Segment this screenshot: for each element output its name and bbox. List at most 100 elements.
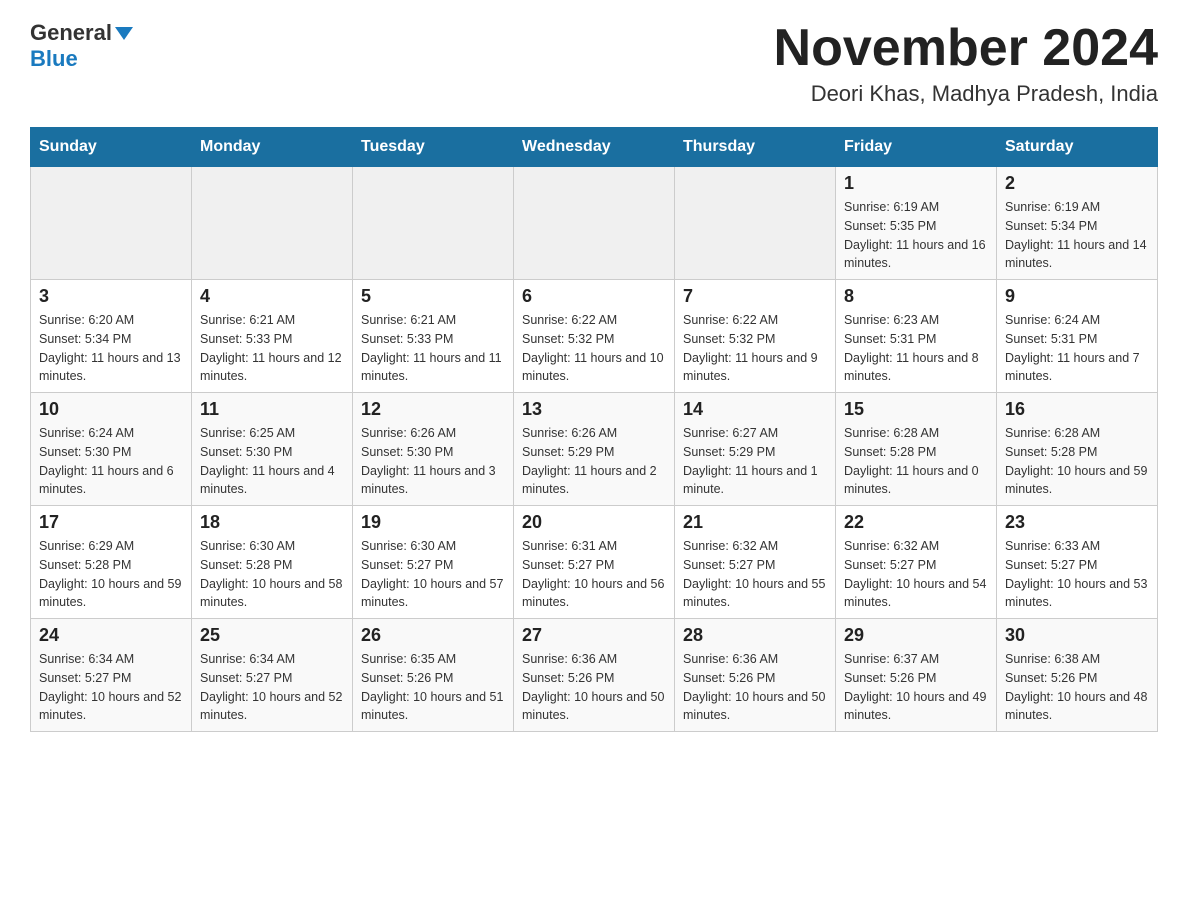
calendar-cell: [514, 167, 675, 280]
day-info: Sunrise: 6:21 AM Sunset: 5:33 PM Dayligh…: [361, 311, 505, 386]
day-number: 6: [522, 286, 666, 307]
day-info: Sunrise: 6:32 AM Sunset: 5:27 PM Dayligh…: [844, 537, 988, 612]
calendar-week-row: 17Sunrise: 6:29 AM Sunset: 5:28 PM Dayli…: [31, 506, 1158, 619]
calendar-cell: 3 Sunrise: 6:20 AM Sunset: 5:34 PM Daylig…: [31, 280, 192, 393]
calendar-cell: 11Sunrise: 6:25 AM Sunset: 5:30 PM Dayli…: [192, 393, 353, 506]
day-info: Sunrise: 6:24 AM Sunset: 5:31 PM Dayligh…: [1005, 311, 1149, 386]
calendar-cell: 14 Sunrise: 6:27 AM Sunset: 5:29 PM Dayli…: [675, 393, 836, 506]
calendar-cell: 22 Sunrise: 6:32 AM Sunset: 5:27 PM Dayli…: [836, 506, 997, 619]
day-number: 15: [844, 399, 988, 420]
column-header-tuesday: Tuesday: [353, 128, 514, 167]
day-info: Sunrise: 6:34 AM Sunset: 5:27 PM Dayligh…: [200, 650, 344, 725]
day-number: 12: [361, 399, 505, 420]
calendar-cell: 20 Sunrise: 6:31 AM Sunset: 5:27 PM Dayli…: [514, 506, 675, 619]
column-header-saturday: Saturday: [997, 128, 1158, 167]
calendar-cell: 21Sunrise: 6:32 AM Sunset: 5:27 PM Dayli…: [675, 506, 836, 619]
day-info: Sunrise: 6:28 AM Sunset: 5:28 PM Dayligh…: [1005, 424, 1149, 499]
logo-general-text: General: [30, 20, 112, 46]
calendar-cell: 19Sunrise: 6:30 AM Sunset: 5:27 PM Dayli…: [353, 506, 514, 619]
logo-triangle-icon: [115, 27, 133, 40]
calendar-cell: [192, 167, 353, 280]
day-number: 25: [200, 625, 344, 646]
day-number: 30: [1005, 625, 1149, 646]
day-number: 9: [1005, 286, 1149, 307]
day-info: Sunrise: 6:24 AM Sunset: 5:30 PM Dayligh…: [39, 424, 183, 499]
location-title: Deori Khas, Madhya Pradesh, India: [774, 81, 1158, 107]
day-number: 2: [1005, 173, 1149, 194]
day-number: 19: [361, 512, 505, 533]
day-info: Sunrise: 6:23 AM Sunset: 5:31 PM Dayligh…: [844, 311, 988, 386]
calendar-cell: 13 Sunrise: 6:26 AM Sunset: 5:29 PM Dayli…: [514, 393, 675, 506]
day-info: Sunrise: 6:29 AM Sunset: 5:28 PM Dayligh…: [39, 537, 183, 612]
day-info: Sunrise: 6:36 AM Sunset: 5:26 PM Dayligh…: [683, 650, 827, 725]
calendar-cell: 6 Sunrise: 6:22 AM Sunset: 5:32 PM Daylig…: [514, 280, 675, 393]
calendar-cell: 5Sunrise: 6:21 AM Sunset: 5:33 PM Daylig…: [353, 280, 514, 393]
calendar-cell: 7Sunrise: 6:22 AM Sunset: 5:32 PM Daylig…: [675, 280, 836, 393]
calendar-week-row: 10Sunrise: 6:24 AM Sunset: 5:30 PM Dayli…: [31, 393, 1158, 506]
day-info: Sunrise: 6:26 AM Sunset: 5:30 PM Dayligh…: [361, 424, 505, 499]
day-number: 13: [522, 399, 666, 420]
calendar-cell: 17Sunrise: 6:29 AM Sunset: 5:28 PM Dayli…: [31, 506, 192, 619]
calendar-cell: 25 Sunrise: 6:34 AM Sunset: 5:27 PM Dayli…: [192, 619, 353, 732]
day-number: 29: [844, 625, 988, 646]
column-header-wednesday: Wednesday: [514, 128, 675, 167]
day-number: 11: [200, 399, 344, 420]
calendar-cell: 16 Sunrise: 6:28 AM Sunset: 5:28 PM Dayli…: [997, 393, 1158, 506]
day-info: Sunrise: 6:31 AM Sunset: 5:27 PM Dayligh…: [522, 537, 666, 612]
column-header-monday: Monday: [192, 128, 353, 167]
calendar-cell: 23 Sunrise: 6:33 AM Sunset: 5:27 PM Dayli…: [997, 506, 1158, 619]
day-number: 27: [522, 625, 666, 646]
calendar-cell: 15 Sunrise: 6:28 AM Sunset: 5:28 PM Dayli…: [836, 393, 997, 506]
day-number: 8: [844, 286, 988, 307]
calendar-cell: 8 Sunrise: 6:23 AM Sunset: 5:31 PM Daylig…: [836, 280, 997, 393]
day-number: 16: [1005, 399, 1149, 420]
day-number: 21: [683, 512, 827, 533]
column-header-friday: Friday: [836, 128, 997, 167]
day-number: 3: [39, 286, 183, 307]
month-title: November 2024: [774, 20, 1158, 77]
calendar-cell: 29 Sunrise: 6:37 AM Sunset: 5:26 PM Dayli…: [836, 619, 997, 732]
day-info: Sunrise: 6:19 AM Sunset: 5:34 PM Dayligh…: [1005, 198, 1149, 273]
calendar-table: SundayMondayTuesdayWednesdayThursdayFrid…: [30, 127, 1158, 732]
calendar-cell: 26Sunrise: 6:35 AM Sunset: 5:26 PM Dayli…: [353, 619, 514, 732]
day-number: 7: [683, 286, 827, 307]
calendar-cell: 18 Sunrise: 6:30 AM Sunset: 5:28 PM Dayli…: [192, 506, 353, 619]
logo: General Blue: [30, 20, 133, 72]
calendar-cell: 27 Sunrise: 6:36 AM Sunset: 5:26 PM Dayli…: [514, 619, 675, 732]
calendar-cell: 2 Sunrise: 6:19 AM Sunset: 5:34 PM Daylig…: [997, 167, 1158, 280]
calendar-cell: [675, 167, 836, 280]
calendar-cell: 9 Sunrise: 6:24 AM Sunset: 5:31 PM Daylig…: [997, 280, 1158, 393]
day-number: 20: [522, 512, 666, 533]
day-number: 14: [683, 399, 827, 420]
column-header-sunday: Sunday: [31, 128, 192, 167]
calendar-cell: 10Sunrise: 6:24 AM Sunset: 5:30 PM Dayli…: [31, 393, 192, 506]
day-info: Sunrise: 6:34 AM Sunset: 5:27 PM Dayligh…: [39, 650, 183, 725]
day-info: Sunrise: 6:27 AM Sunset: 5:29 PM Dayligh…: [683, 424, 827, 499]
day-number: 23: [1005, 512, 1149, 533]
day-info: Sunrise: 6:20 AM Sunset: 5:34 PM Dayligh…: [39, 311, 183, 386]
day-info: Sunrise: 6:26 AM Sunset: 5:29 PM Dayligh…: [522, 424, 666, 499]
day-number: 22: [844, 512, 988, 533]
day-number: 1: [844, 173, 988, 194]
calendar-cell: [353, 167, 514, 280]
calendar-cell: 12 Sunrise: 6:26 AM Sunset: 5:30 PM Dayli…: [353, 393, 514, 506]
calendar-week-row: 1Sunrise: 6:19 AM Sunset: 5:35 PM Daylig…: [31, 167, 1158, 280]
day-number: 28: [683, 625, 827, 646]
calendar-cell: [31, 167, 192, 280]
calendar-cell: 4 Sunrise: 6:21 AM Sunset: 5:33 PM Daylig…: [192, 280, 353, 393]
column-header-thursday: Thursday: [675, 128, 836, 167]
day-info: Sunrise: 6:21 AM Sunset: 5:33 PM Dayligh…: [200, 311, 344, 386]
day-info: Sunrise: 6:35 AM Sunset: 5:26 PM Dayligh…: [361, 650, 505, 725]
calendar-cell: 28 Sunrise: 6:36 AM Sunset: 5:26 PM Dayli…: [675, 619, 836, 732]
day-info: Sunrise: 6:28 AM Sunset: 5:28 PM Dayligh…: [844, 424, 988, 499]
day-info: Sunrise: 6:36 AM Sunset: 5:26 PM Dayligh…: [522, 650, 666, 725]
page-header: General Blue November 2024 Deori Khas, M…: [30, 20, 1158, 107]
day-info: Sunrise: 6:30 AM Sunset: 5:28 PM Dayligh…: [200, 537, 344, 612]
day-number: 18: [200, 512, 344, 533]
day-info: Sunrise: 6:22 AM Sunset: 5:32 PM Dayligh…: [522, 311, 666, 386]
day-info: Sunrise: 6:37 AM Sunset: 5:26 PM Dayligh…: [844, 650, 988, 725]
day-number: 4: [200, 286, 344, 307]
calendar-week-row: 3 Sunrise: 6:20 AM Sunset: 5:34 PM Daylig…: [31, 280, 1158, 393]
day-number: 24: [39, 625, 183, 646]
day-info: Sunrise: 6:33 AM Sunset: 5:27 PM Dayligh…: [1005, 537, 1149, 612]
